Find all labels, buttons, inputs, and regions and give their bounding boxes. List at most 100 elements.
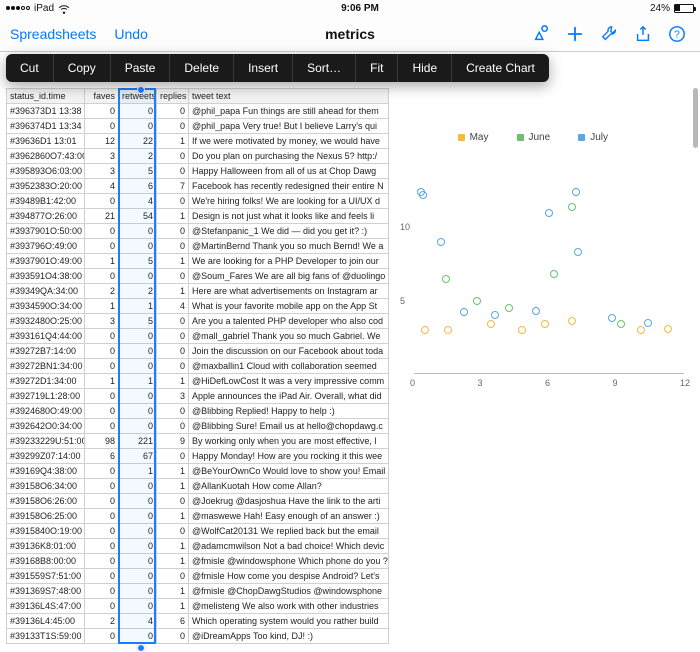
cell[interactable]: #3937901O:49:00 <box>7 254 85 269</box>
table-row[interactable]: #391369S7:48:00001@fmisle @ChopDawgStudi… <box>7 584 389 599</box>
cell[interactable]: 0 <box>157 344 189 359</box>
cell[interactable]: #3962860O7:43:00 <box>7 149 85 164</box>
cell[interactable]: @Blibbing Replied! Happy to help :) <box>189 404 389 419</box>
table-row[interactable]: #393591O4:38:00000@Soum_Fares We are all… <box>7 269 389 284</box>
cell[interactable]: #39158O6:25:00 <box>7 509 85 524</box>
cell[interactable]: 221 <box>119 434 157 449</box>
cell[interactable]: Facebook has recently redesigned their e… <box>189 179 389 194</box>
cell[interactable]: 0 <box>157 149 189 164</box>
cell[interactable]: 0 <box>119 389 157 404</box>
cell[interactable]: 1 <box>157 284 189 299</box>
cell[interactable]: 6 <box>157 614 189 629</box>
cell[interactable]: #396374D1 13:34 <box>7 119 85 134</box>
cell[interactable]: @fmisle @ChopDawgStudios @windowsphone <box>189 584 389 599</box>
cell[interactable]: 1 <box>157 554 189 569</box>
cell[interactable]: 1 <box>157 539 189 554</box>
cell[interactable]: 0 <box>85 524 119 539</box>
table-row[interactable]: #3924680O:49:00000@Blibbing Replied! Hap… <box>7 404 389 419</box>
table-row[interactable]: #396373D1 13:38000@phil_papa Fun things … <box>7 104 389 119</box>
cell[interactable]: @iDreamApps Too kind, DJ! :) <box>189 629 389 644</box>
cell[interactable]: 1 <box>85 374 119 389</box>
column-header[interactable]: status_id.time <box>7 89 85 104</box>
cell[interactable]: @maswewe Hah! Easy enough of an answer :… <box>189 509 389 524</box>
cell[interactable]: Happy Monday! How are you rocking it thi… <box>189 449 389 464</box>
cell[interactable]: 0 <box>119 509 157 524</box>
cell[interactable]: @maxballin1 Cloud with collaboration see… <box>189 359 389 374</box>
cell[interactable]: 1 <box>157 254 189 269</box>
cell[interactable]: 0 <box>85 584 119 599</box>
cell[interactable]: 0 <box>119 224 157 239</box>
table-row[interactable]: #39272D1:34:00111@HiDefLowCost It was a … <box>7 374 389 389</box>
cell[interactable]: Do you plan on purchasing the Nexus 5? h… <box>189 149 389 164</box>
cell[interactable]: 0 <box>119 329 157 344</box>
menu-cut[interactable]: Cut <box>6 54 54 82</box>
cell[interactable]: 1 <box>157 134 189 149</box>
cell[interactable]: 4 <box>157 299 189 314</box>
cell[interactable]: By working only when you are most effect… <box>189 434 389 449</box>
cell[interactable]: 2 <box>85 614 119 629</box>
cell[interactable]: Happy Halloween from all of us at Chop D… <box>189 164 389 179</box>
cell[interactable]: @fmisle @windowsphone Which phone do you… <box>189 554 389 569</box>
menu-delete[interactable]: Delete <box>170 54 234 82</box>
cell[interactable]: @mall_gabriel Thank you so much Gabriel.… <box>189 329 389 344</box>
cell[interactable]: #39168B8:00:00 <box>7 554 85 569</box>
cell[interactable]: @Stefanpanic_1 We did — did you get it? … <box>189 224 389 239</box>
menu-insert[interactable]: Insert <box>234 54 293 82</box>
cell[interactable]: 1 <box>157 509 189 524</box>
table-row[interactable]: #39168B8:00:00001@fmisle @windowsphone W… <box>7 554 389 569</box>
cell[interactable]: 4 <box>119 614 157 629</box>
cell[interactable]: 0 <box>85 569 119 584</box>
cell[interactable]: 0 <box>157 164 189 179</box>
table-row[interactable]: #3937901O:50:00000@Stefanpanic_1 We did … <box>7 224 389 239</box>
cell[interactable]: 0 <box>157 119 189 134</box>
cell[interactable]: 3 <box>85 149 119 164</box>
cell[interactable]: #39169Q4:38:00 <box>7 464 85 479</box>
cell[interactable]: #393796O:49:00 <box>7 239 85 254</box>
help-icon[interactable]: ? <box>668 25 686 43</box>
cell[interactable]: 0 <box>119 479 157 494</box>
cell[interactable]: 0 <box>119 524 157 539</box>
spreadsheet[interactable]: status_id.timefavesretweetsrepliestweet … <box>6 88 386 525</box>
cell[interactable]: Join the discussion on our Facebook abou… <box>189 344 389 359</box>
table-row[interactable]: #3962860O7:43:00320Do you plan on purcha… <box>7 149 389 164</box>
table-row[interactable]: #396374D1 13:34000@phil_papa Very true! … <box>7 119 389 134</box>
cell[interactable]: @adamcmwilson Not a bad choice! Which de… <box>189 539 389 554</box>
cell[interactable]: 1 <box>119 464 157 479</box>
cell[interactable]: 0 <box>119 554 157 569</box>
cell[interactable]: 6 <box>85 449 119 464</box>
cell[interactable]: 0 <box>119 494 157 509</box>
cell[interactable]: #39272B7:14:00 <box>7 344 85 359</box>
table-row[interactable]: #393796O:49:00000@MartinBernd Thank you … <box>7 239 389 254</box>
cell[interactable]: 0 <box>119 584 157 599</box>
cell[interactable]: 0 <box>157 569 189 584</box>
cell[interactable]: 0 <box>157 269 189 284</box>
cell[interactable]: #3937901O:50:00 <box>7 224 85 239</box>
table-row[interactable]: #39158O6:34:00001@AllanKuotah How come A… <box>7 479 389 494</box>
cell[interactable]: 0 <box>85 104 119 119</box>
table-row[interactable]: #391559S7:51:00000@fmisle How come you d… <box>7 569 389 584</box>
cell[interactable]: #39158O6:34:00 <box>7 479 85 494</box>
cell[interactable]: 0 <box>157 104 189 119</box>
cell[interactable]: @Soum_Fares We are all big fans of @duol… <box>189 269 389 284</box>
cell[interactable]: 5 <box>119 254 157 269</box>
cell[interactable]: 0 <box>157 359 189 374</box>
cell[interactable]: Design is not just what it looks like an… <box>189 209 389 224</box>
cell[interactable]: 1 <box>157 584 189 599</box>
cell[interactable]: @MartinBernd Thank you so much Bernd! We… <box>189 239 389 254</box>
table-row[interactable]: #392719L1:28:00003Apple announces the iP… <box>7 389 389 404</box>
cell[interactable]: @phil_papa Fun things are still ahead fo… <box>189 104 389 119</box>
cell[interactable]: 3 <box>85 314 119 329</box>
cell[interactable]: #39299Z07:14:00 <box>7 449 85 464</box>
cell[interactable]: 12 <box>85 134 119 149</box>
cell[interactable]: #39158O6:26:00 <box>7 494 85 509</box>
cell[interactable]: #392642O0:34:00 <box>7 419 85 434</box>
cell[interactable]: We're hiring folks! We are looking for a… <box>189 194 389 209</box>
cell[interactable]: #3952383O:20:00 <box>7 179 85 194</box>
cell[interactable]: 2 <box>119 284 157 299</box>
menu-fit[interactable]: Fit <box>356 54 398 82</box>
cell[interactable]: 0 <box>157 494 189 509</box>
cell[interactable]: @WolfCat20131 We replied back but the em… <box>189 524 389 539</box>
cell[interactable]: @melisteng We also work with other indus… <box>189 599 389 614</box>
column-header[interactable]: retweets <box>119 89 157 104</box>
cell[interactable]: #394877O:26:00 <box>7 209 85 224</box>
